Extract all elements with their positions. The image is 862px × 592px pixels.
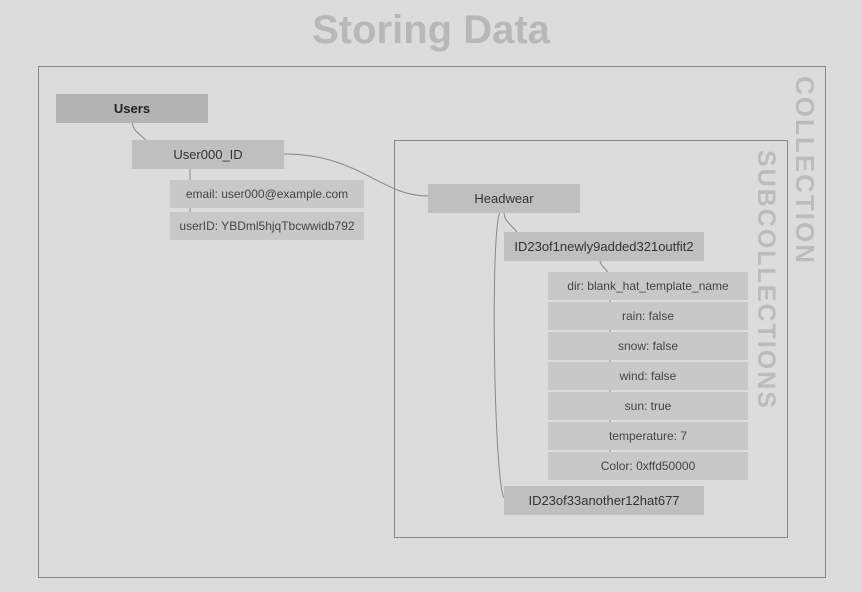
outfit-field-wind: wind: false xyxy=(548,362,748,390)
users-collection-node: Users xyxy=(56,94,208,123)
user-document-node: User000_ID xyxy=(132,140,284,169)
headwear-collection-node: Headwear xyxy=(428,184,580,213)
outfit-field-sun: sun: true xyxy=(548,392,748,420)
user-field-userid: userID: YBDml5hjqTbcwwidb792 xyxy=(170,212,364,240)
collection-side-label: COLLECTION xyxy=(789,76,820,265)
page-title: Storing Data xyxy=(0,8,862,53)
outfit-field-color: Color: 0xffd50000 xyxy=(548,452,748,480)
subcollections-side-label: SUBCOLLECTIONS xyxy=(751,150,780,410)
outfit-field-snow: snow: false xyxy=(548,332,748,360)
outfit-document-node-2: ID23of33another12hat677 xyxy=(504,486,704,515)
outfit-field-rain: rain: false xyxy=(548,302,748,330)
user-field-email: email: user000@example.com xyxy=(170,180,364,208)
outfit-document-node-1: ID23of1newly9added321outfit2 xyxy=(504,232,704,261)
outfit-field-dir: dir: blank_hat_template_name xyxy=(548,272,748,300)
outfit-field-temperature: temperature: 7 xyxy=(548,422,748,450)
